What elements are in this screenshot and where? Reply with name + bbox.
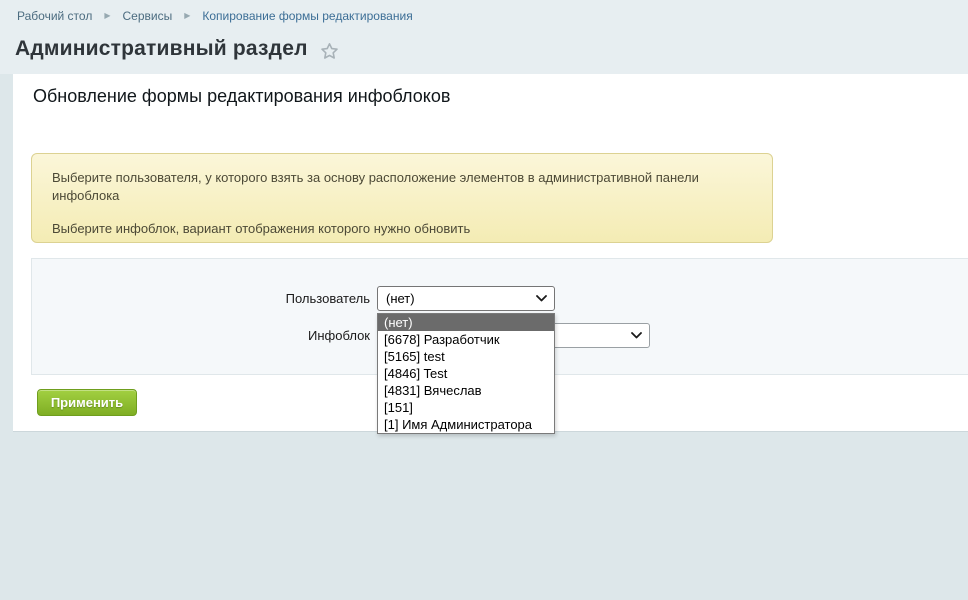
infoblock-field-label: Инфоблок [308,328,370,343]
form-title: Обновление формы редактирования инфоблок… [33,86,451,106]
dropdown-option[interactable]: [4846] Test [378,365,554,382]
chevron-down-icon [536,295,547,302]
user-select[interactable]: (нет) [377,286,555,311]
dropdown-option[interactable]: [1] Имя Администратора [378,416,554,433]
breadcrumb-item-desktop[interactable]: Рабочий стол [17,9,92,23]
user-field-label: Пользователь [285,291,370,306]
dropdown-option[interactable]: (нет) [378,314,554,331]
dropdown-option[interactable]: [6678] Разработчик [378,331,554,348]
breadcrumb: Рабочий стол ▶ Сервисы ▶ Копирование фор… [17,9,413,23]
breadcrumb-item-services[interactable]: Сервисы [122,9,172,23]
breadcrumb-item-current[interactable]: Копирование формы редактирования [202,9,412,23]
content-area: Обновление формы редактирования инфоблок… [13,74,968,434]
dropdown-option[interactable]: [151] [378,399,554,416]
user-select-value: (нет) [386,291,415,306]
note-line: Выберите инфоблок, вариант отображения к… [52,221,471,236]
title-row: Административный раздел [15,37,339,61]
page-title: Административный раздел [15,37,308,60]
note-line: Выберите пользователя, у которого взять … [52,170,699,203]
dropdown-option[interactable]: [5165] test [378,348,554,365]
apply-button[interactable]: Применить [37,389,137,416]
chevron-down-icon [631,332,642,339]
dropdown-option[interactable]: [4831] Вячеслав [378,382,554,399]
breadcrumb-separator-icon: ▶ [184,11,191,20]
header-band: Рабочий стол ▶ Сервисы ▶ Копирование фор… [0,0,968,74]
favorite-star-icon[interactable] [320,42,339,60]
info-note-box: Выберите пользователя, у которого взять … [31,153,773,243]
user-select-dropdown: (нет) [6678] Разработчик [5165] test [48… [377,313,555,434]
breadcrumb-separator-icon: ▶ [104,11,111,20]
